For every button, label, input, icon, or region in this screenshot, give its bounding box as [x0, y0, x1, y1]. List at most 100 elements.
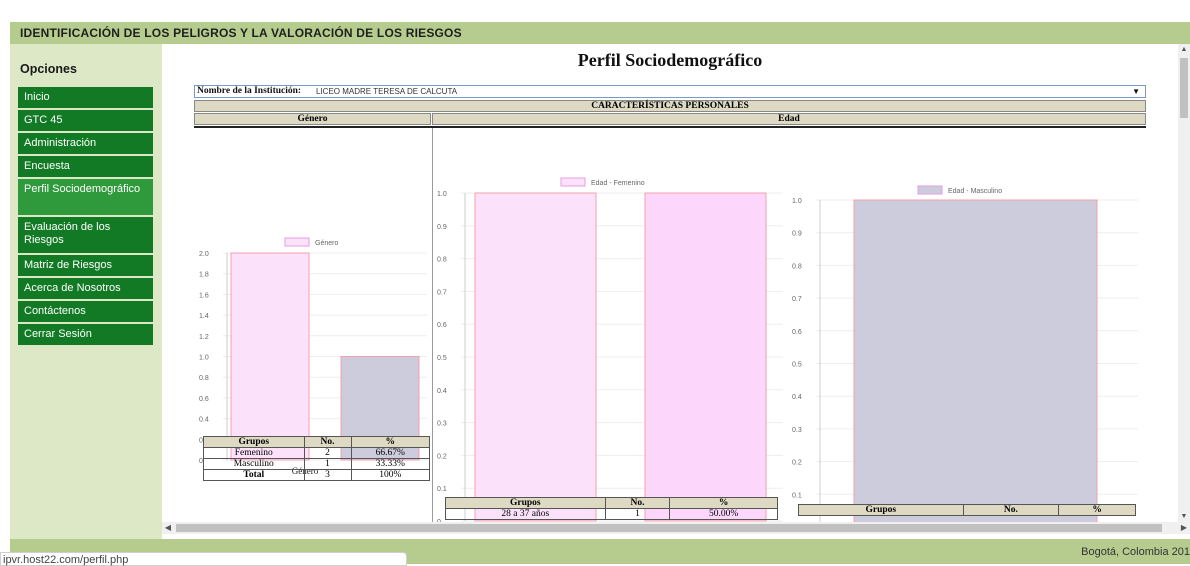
table-cell: 50.00%	[669, 508, 778, 520]
chart-legend: Edad - Masculino	[917, 185, 1002, 195]
sidebar-item-perfil-sociodemografico[interactable]: Perfil Sociodemográfico	[18, 179, 153, 215]
sidebar-item-acerca[interactable]: Acerca de Nosotros	[18, 278, 153, 299]
sidebar-item-gtc45[interactable]: GTC 45	[18, 110, 153, 131]
y-tick-label: 0.3	[437, 421, 447, 428]
table-header: No.	[962, 504, 1060, 516]
table-cell: Femenino	[203, 447, 305, 459]
horizontal-scrollbar[interactable]: ◀ ▶	[162, 522, 1190, 534]
y-tick-label: 1.0	[437, 191, 447, 198]
dropdown-arrow-icon[interactable]: ▼	[1132, 86, 1140, 97]
page-title: Perfil Sociodemográfico	[577, 50, 763, 70]
table-header-row: Grupos No. %	[203, 436, 431, 448]
footer-text: Bogotá, Colombia 201	[1081, 546, 1190, 558]
sidebar-item-encuesta[interactable]: Encuesta	[18, 156, 153, 177]
institution-select[interactable]: LICEO MADRE TERESA DE CALCUTA ▼	[313, 86, 1143, 97]
table-cell: 100%	[350, 469, 431, 481]
y-tick-label: 0.8	[437, 257, 447, 264]
sidebar: Opciones Inicio GTC 45 Administración En…	[10, 44, 162, 539]
sidebar-item-matriz-riesgos[interactable]: Matriz de Riesgos	[18, 255, 153, 276]
table-cell: 33.33%	[350, 458, 431, 470]
y-tick-label: 0.6	[792, 329, 802, 336]
edad-femenino-chart: Edad - Femenino00.10.20.30.40.50.60.70.8…	[437, 177, 783, 522]
chart-bar	[230, 252, 310, 461]
sidebar-heading: Opciones	[20, 62, 77, 76]
table-header-row: Grupos No. %	[798, 504, 1136, 516]
table-cell: 3	[303, 469, 352, 481]
y-tick-label: 0.6	[199, 396, 209, 403]
table-cell: 28 a 37 años	[445, 508, 606, 520]
table-header: No.	[604, 497, 671, 509]
chart-bar	[474, 192, 597, 522]
y-tick-label: 0.4	[792, 394, 802, 401]
horizontal-scroll-thumb[interactable]	[176, 524, 1162, 532]
y-tick-label: 1.4	[199, 313, 209, 320]
legend-swatch	[560, 177, 586, 187]
scroll-down-icon[interactable]: ▼	[1178, 513, 1190, 520]
table-cell: Masculino	[203, 458, 305, 470]
table-cell: 1	[303, 458, 352, 470]
table-header: No.	[303, 436, 352, 448]
table-cell: 66.67%	[350, 447, 431, 459]
genero-chart: Género00.20.40.60.81.01.21.41.61.82.0Gén…	[199, 237, 427, 476]
table-header: %	[350, 436, 431, 448]
sidebar-menu: Inicio GTC 45 Administración Encuesta Pe…	[18, 87, 153, 347]
vertical-scrollbar[interactable]: ▲ ▼	[1178, 44, 1190, 522]
vertical-scroll-thumb[interactable]	[1180, 58, 1188, 118]
institution-select-value: LICEO MADRE TERESA DE CALCUTA	[316, 87, 458, 96]
chart-legend: Género	[284, 237, 338, 247]
top-strip	[0, 0, 1190, 22]
scroll-left-icon[interactable]: ◀	[162, 522, 174, 534]
y-tick-label: 0.7	[437, 289, 447, 296]
table-header: Grupos	[798, 504, 964, 516]
y-tick-label: 0.9	[437, 224, 447, 231]
sidebar-item-inicio[interactable]: Inicio	[18, 87, 153, 108]
table-header: %	[1058, 504, 1136, 516]
legend-label: Edad - Femenino	[591, 180, 645, 187]
table-header: Grupos	[445, 497, 606, 509]
sidebar-item-administracion[interactable]: Administración	[18, 133, 153, 154]
scroll-up-icon[interactable]: ▲	[1178, 46, 1190, 53]
status-url: ipvr.host22.com/perfil.php	[3, 554, 129, 566]
table-cell: 2	[303, 447, 352, 459]
y-tick-label: 0.6	[437, 322, 447, 329]
y-tick-label: 0.1	[792, 492, 802, 499]
edad-femenino-table: Grupos No. % 28 a 37 años 1 50.00%	[445, 497, 778, 520]
table-header: Grupos	[203, 436, 305, 448]
sidebar-item-contactenos[interactable]: Contáctenos	[18, 301, 153, 322]
y-tick-label: 1.2	[199, 334, 209, 341]
section-header: CARACTERÍSTICAS PERSONALES	[194, 100, 1146, 112]
legend-swatch	[284, 237, 310, 247]
y-tick-label: 0.4	[437, 388, 447, 395]
sidebar-item-evaluacion-riesgos[interactable]: Evaluación de los Riesgos	[18, 217, 153, 253]
institution-row: Nombre de la Institución: LICEO MADRE TE…	[194, 85, 1146, 98]
table-row: Femenino 2 66.67%	[203, 447, 431, 459]
y-tick-label: 0.8	[199, 375, 209, 382]
y-tick-label: 0.1	[437, 486, 447, 493]
legend-swatch	[917, 185, 943, 195]
app-title: IDENTIFICACIÓN DE LOS PELIGROS Y LA VALO…	[20, 26, 462, 40]
chart-bar	[644, 192, 767, 522]
table-row: Masculino 1 33.33%	[203, 458, 431, 470]
y-tick-label: 0.5	[792, 362, 802, 369]
table-header: %	[669, 497, 778, 509]
y-tick-label: 2.0	[199, 251, 209, 258]
sidebar-item-cerrar-sesion[interactable]: Cerrar Sesión	[18, 324, 153, 345]
y-tick-label: 0.8	[792, 263, 802, 270]
y-tick-label: 0.3	[792, 427, 802, 434]
legend-label: Género	[315, 240, 338, 247]
scroll-right-icon[interactable]: ▶	[1178, 522, 1190, 534]
y-tick-label: 0.5	[437, 355, 447, 362]
app-header: IDENTIFICACIÓN DE LOS PELIGROS Y LA VALO…	[10, 22, 1190, 44]
edad-masculino-table: Grupos No. %	[798, 504, 1136, 516]
table-row: Total 3 100%	[203, 469, 431, 481]
edad-column-header: Edad	[432, 113, 1146, 125]
y-tick-label: 1.0	[199, 355, 209, 362]
table-header-row: Grupos No. %	[445, 497, 778, 509]
chart-bar	[853, 199, 1098, 522]
y-tick-label: 1.8	[199, 272, 209, 279]
edad-masculino-chart: Edad - Masculino00.10.20.30.40.50.60.70.…	[792, 185, 1138, 522]
legend-label: Edad - Masculino	[948, 188, 1002, 195]
chart-legend: Edad - Femenino	[560, 177, 645, 187]
y-tick-label: 0.4	[199, 417, 209, 424]
institution-label: Nombre de la Institución:	[197, 86, 302, 96]
